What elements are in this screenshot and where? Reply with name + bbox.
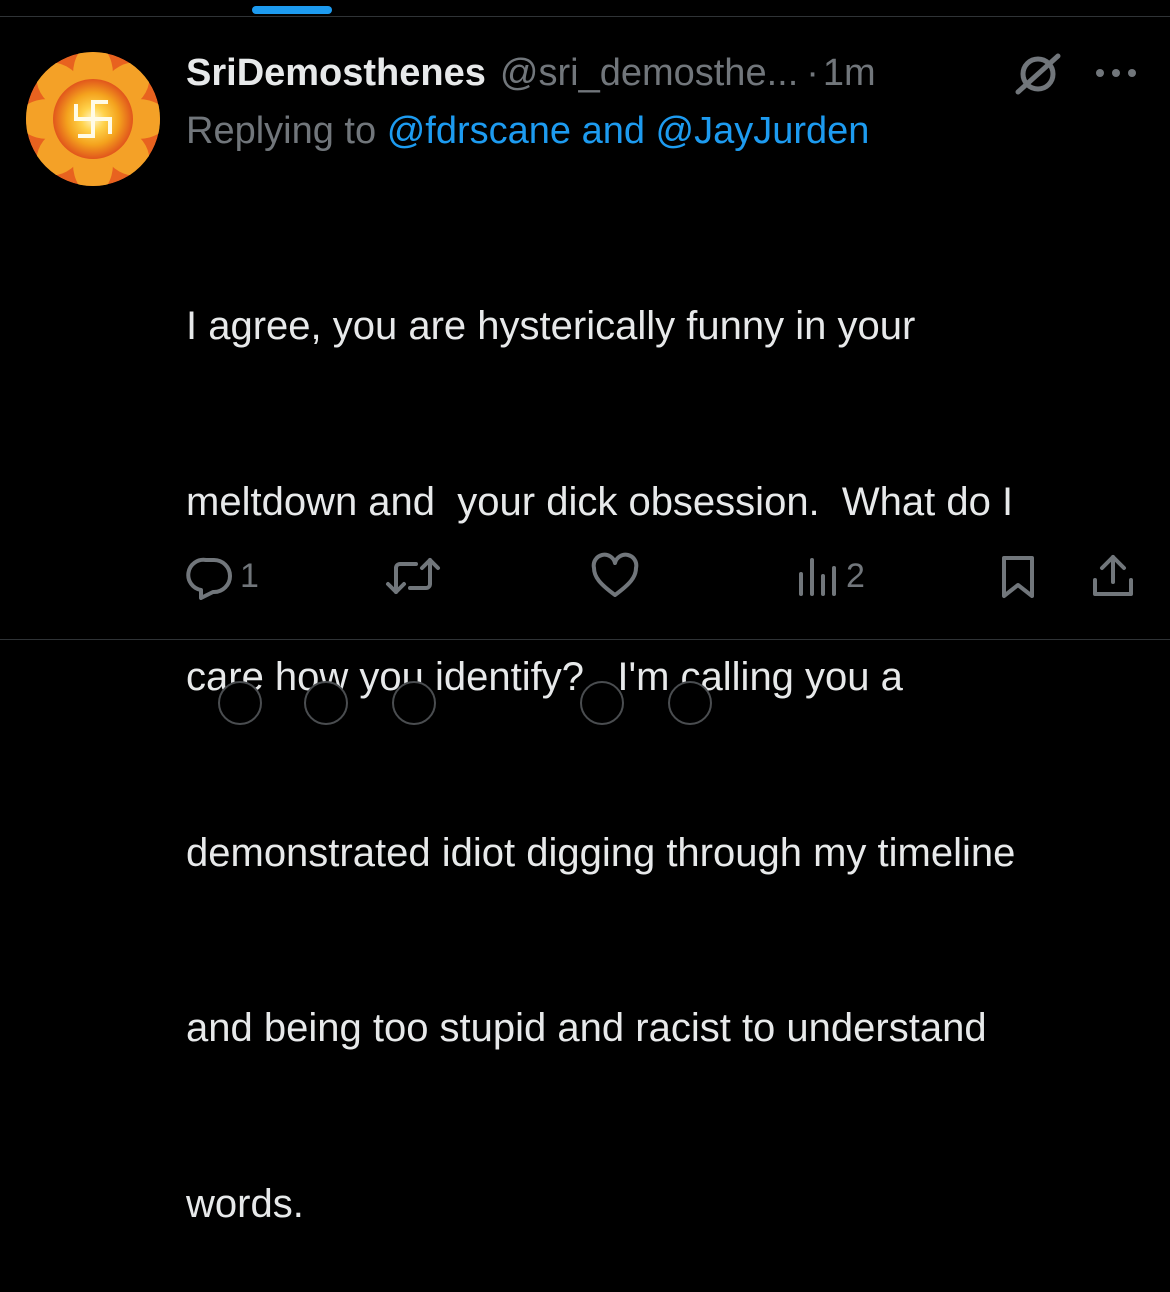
- mention-link[interactable]: @JayJurden: [656, 110, 870, 152]
- avatar: [668, 681, 712, 725]
- divider: [0, 16, 1170, 17]
- share-icon: [1093, 555, 1133, 596]
- replying-to-label: Replying to: [186, 110, 377, 152]
- avatar: [218, 681, 262, 725]
- user-handle[interactable]: @sri_demosthe...: [500, 52, 798, 95]
- avatar[interactable]: [26, 52, 160, 186]
- more-icon[interactable]: [1092, 58, 1140, 88]
- avatar: [580, 681, 624, 725]
- retweet-icon: [386, 558, 440, 594]
- tweet-text-line: demonstrated idiot digging through my ti…: [186, 830, 1016, 875]
- timestamp[interactable]: 1m: [823, 52, 876, 95]
- grok-icon[interactable]: [1012, 50, 1064, 98]
- retweet-button[interactable]: [384, 548, 442, 604]
- tweet-text: I agree, you are hysterically funny in y…: [186, 180, 1156, 1292]
- separator-dot: ·: [806, 51, 819, 94]
- views-count: 2: [846, 556, 865, 595]
- like-button[interactable]: [590, 548, 640, 604]
- replying-to: Replying to @fdrscane and @JayJurden: [186, 110, 869, 153]
- views-icon: [799, 558, 836, 596]
- bookmark-icon: [1002, 556, 1034, 598]
- mention-joiner[interactable]: and: [582, 110, 645, 152]
- share-button[interactable]: [1090, 548, 1136, 604]
- reply-count: 1: [240, 556, 259, 595]
- avatar: [392, 681, 436, 725]
- tweet-text-line: meltdown and your dick obsession. What d…: [186, 479, 1014, 524]
- bookmark-button[interactable]: [996, 548, 1040, 604]
- active-tab-indicator: [252, 6, 332, 14]
- tweet-text-line: and being too stupid and racist to under…: [186, 1006, 987, 1050]
- like-icon: [591, 552, 639, 597]
- tweet-text-line: words.: [186, 1181, 304, 1226]
- reply-button[interactable]: 1: [186, 548, 259, 604]
- tweet-header: SriDemosthenes @sri_demosthe... · 1m: [186, 50, 876, 96]
- avatar: [304, 681, 348, 725]
- tweet-text-line: I agree, you are hysterically funny in y…: [186, 304, 916, 348]
- reply-icon: [186, 557, 232, 600]
- divider: [0, 639, 1170, 640]
- display-name[interactable]: SriDemosthenes: [186, 52, 486, 95]
- views-button[interactable]: 2: [796, 548, 865, 604]
- mention-link[interactable]: @fdrscane: [387, 110, 571, 152]
- swastika-lotus-avatar-icon: [26, 52, 160, 186]
